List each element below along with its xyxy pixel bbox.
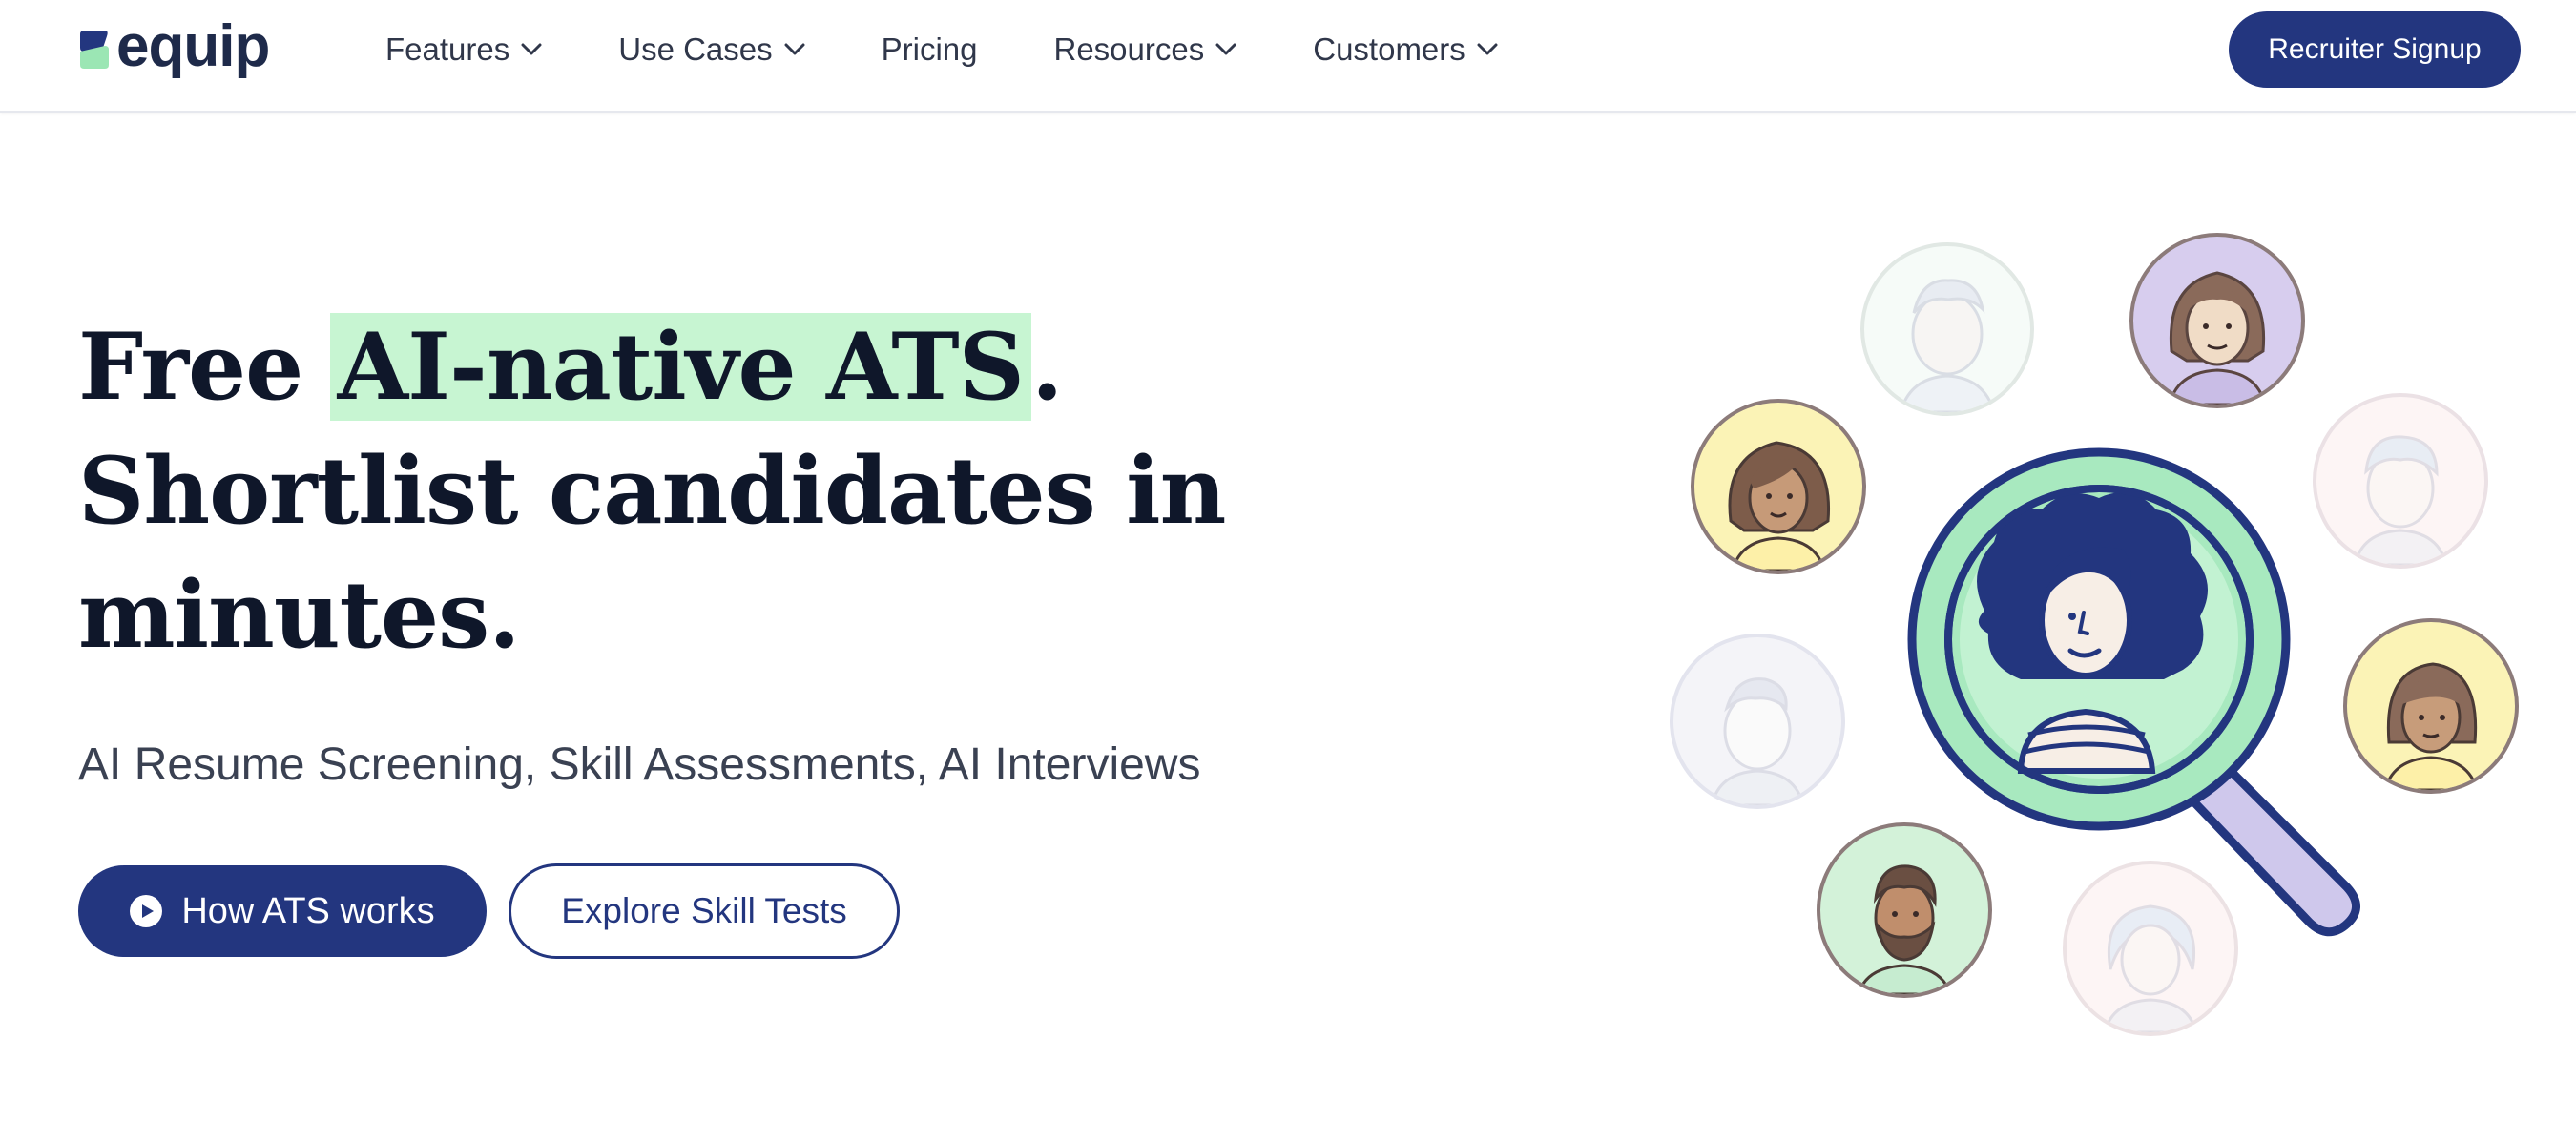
brand-logo[interactable]: equip xyxy=(76,13,270,80)
main-nav: Features Use Cases Pricing Resources Cus… xyxy=(385,27,1574,73)
hero-title-line-1: Free AI-native ATS. xyxy=(78,305,1225,429)
recruiter-signup-button[interactable]: Recruiter Signup xyxy=(2229,11,2521,88)
play-circle-icon xyxy=(130,895,163,927)
nav-pricing-label: Pricing xyxy=(881,31,978,67)
logo-mark-icon xyxy=(76,29,111,71)
nav-pricing[interactable]: Pricing xyxy=(882,31,978,68)
how-ats-works-button[interactable]: How ATS works xyxy=(78,865,487,957)
nav-use-cases-label: Use Cases xyxy=(618,31,773,67)
hero-title-prefix: Free xyxy=(78,313,334,421)
hero-illustration xyxy=(1660,219,2557,1059)
site-header: equip Features Use Cases Pricing Resourc… xyxy=(0,0,2576,113)
candidate-avatar-faded xyxy=(1670,634,1845,809)
hero-title-highlight: AI-native ATS xyxy=(329,313,1031,421)
chevron-down-icon xyxy=(521,43,542,55)
candidate-avatar-purple xyxy=(2129,233,2305,408)
nav-customers-label: Customers xyxy=(1313,31,1465,67)
hero-title: Free AI-native ATS. Shortlist candidates… xyxy=(78,305,1226,677)
nav-customers[interactable]: Customers xyxy=(1313,31,1498,68)
nav-features[interactable]: Features xyxy=(385,31,542,68)
hero-title-line-3: minutes. xyxy=(78,561,521,669)
brand-name: equip xyxy=(116,13,270,79)
explore-skill-tests-button[interactable]: Explore Skill Tests xyxy=(509,863,900,959)
hero-subtitle: AI Resume Screening, Skill Assessments, … xyxy=(78,739,1201,790)
nav-features-label: Features xyxy=(385,31,510,67)
chevron-down-icon xyxy=(1477,43,1498,55)
hero-title-suffix: . xyxy=(1030,313,1063,421)
how-ats-works-label: How ATS works xyxy=(181,890,435,931)
chevron-down-icon xyxy=(1215,43,1236,55)
hero-title-line-2: Shortlist candidates in xyxy=(78,437,1226,545)
candidate-avatar-faded xyxy=(1860,242,2034,416)
nav-use-cases[interactable]: Use Cases xyxy=(618,31,805,68)
nav-resources-label: Resources xyxy=(1053,31,1205,67)
magnifying-glass-icon xyxy=(1907,447,2360,937)
chevron-down-icon xyxy=(784,43,805,55)
nav-resources[interactable]: Resources xyxy=(1054,31,1237,68)
candidate-avatar-yellow xyxy=(1691,399,1866,574)
